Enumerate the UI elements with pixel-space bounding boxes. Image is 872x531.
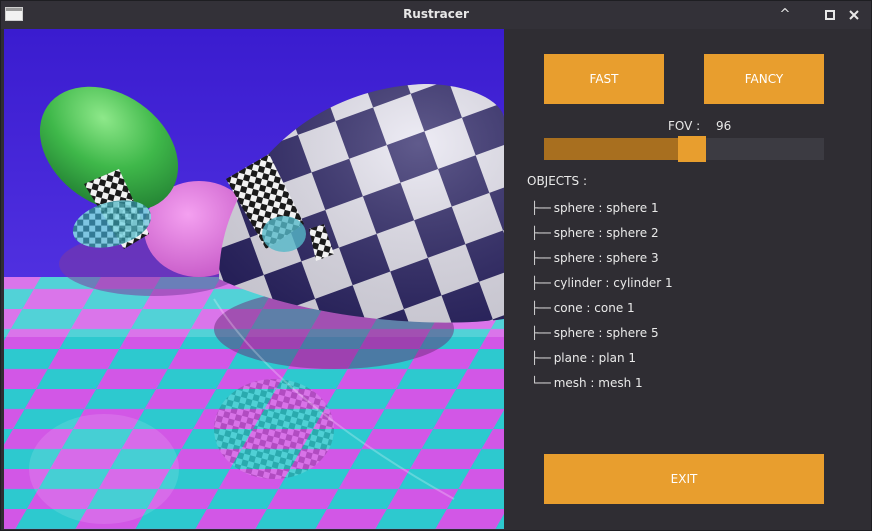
object-label: plane : plan 1 [553,351,637,365]
fov-slider-fill [544,138,692,160]
fov-value: 96 [716,119,732,133]
object-tree-item[interactable]: ├── sphere : sphere 5 [531,321,673,346]
close-icon[interactable] [846,7,862,23]
exit-button[interactable]: EXIT [544,454,824,504]
tree-branch-glyph: ├── [531,226,551,240]
object-tree-item[interactable]: ├── plane : plan 1 [531,346,673,371]
app-window: Rustracer ^ FAST FANCY FOV: 96 OBJECTS … [0,0,872,531]
fancy-button[interactable]: FANCY [704,54,824,104]
object-tree-item[interactable]: ├── sphere : sphere 2 [531,221,673,246]
fov-label-row: FOV : 96 [668,119,731,133]
object-tree: ├── sphere : sphere 1 ├── sphere : sphere 2… [531,196,673,396]
fov-slider-handle[interactable] [678,136,706,162]
object-label: sphere : sphere 5 [553,326,659,340]
title-bar[interactable]: Rustracer ^ [1,1,871,29]
control-panel: FAST FANCY FOV : 96 OBJECTS : ├── sphere … [504,29,864,529]
object-tree-item[interactable]: └── mesh : mesh 1 [531,371,673,396]
object-tree-item[interactable]: ├── cylinder : cylinder 1 [531,271,673,296]
object-label: mesh : mesh 1 [553,376,643,390]
object-label: sphere : sphere 1 [553,201,659,215]
tree-branch-glyph: ├── [531,326,551,340]
object-label: cylinder : cylinder 1 [553,276,673,290]
tree-branch-glyph: ├── [531,301,551,315]
tree-branch-glyph: ├── [531,201,551,215]
object-tree-item[interactable]: ├── sphere : sphere 1 [531,196,673,221]
window-title: Rustracer [403,7,469,21]
fast-button[interactable]: FAST [544,54,664,104]
tree-branch-glyph: ├── [531,351,551,365]
raytraced-scene [4,29,504,529]
minimize-icon[interactable]: ^ [777,7,793,23]
object-label: sphere : sphere 3 [553,251,659,265]
fov-label: FOV : [668,119,701,133]
tree-branch-glyph: └── [531,376,551,390]
tree-branch-glyph: ├── [531,276,551,290]
objects-heading: OBJECTS : [527,174,587,188]
maximize-icon[interactable] [822,7,838,23]
object-label: sphere : sphere 2 [553,226,659,240]
object-label: cone : cone 1 [553,301,635,315]
tree-branch-glyph: ├── [531,251,551,265]
object-tree-item[interactable]: ├── sphere : sphere 3 [531,246,673,271]
fov-slider[interactable] [544,136,824,162]
object-tree-item[interactable]: ├── cone : cone 1 [531,296,673,321]
render-viewport [4,29,504,529]
